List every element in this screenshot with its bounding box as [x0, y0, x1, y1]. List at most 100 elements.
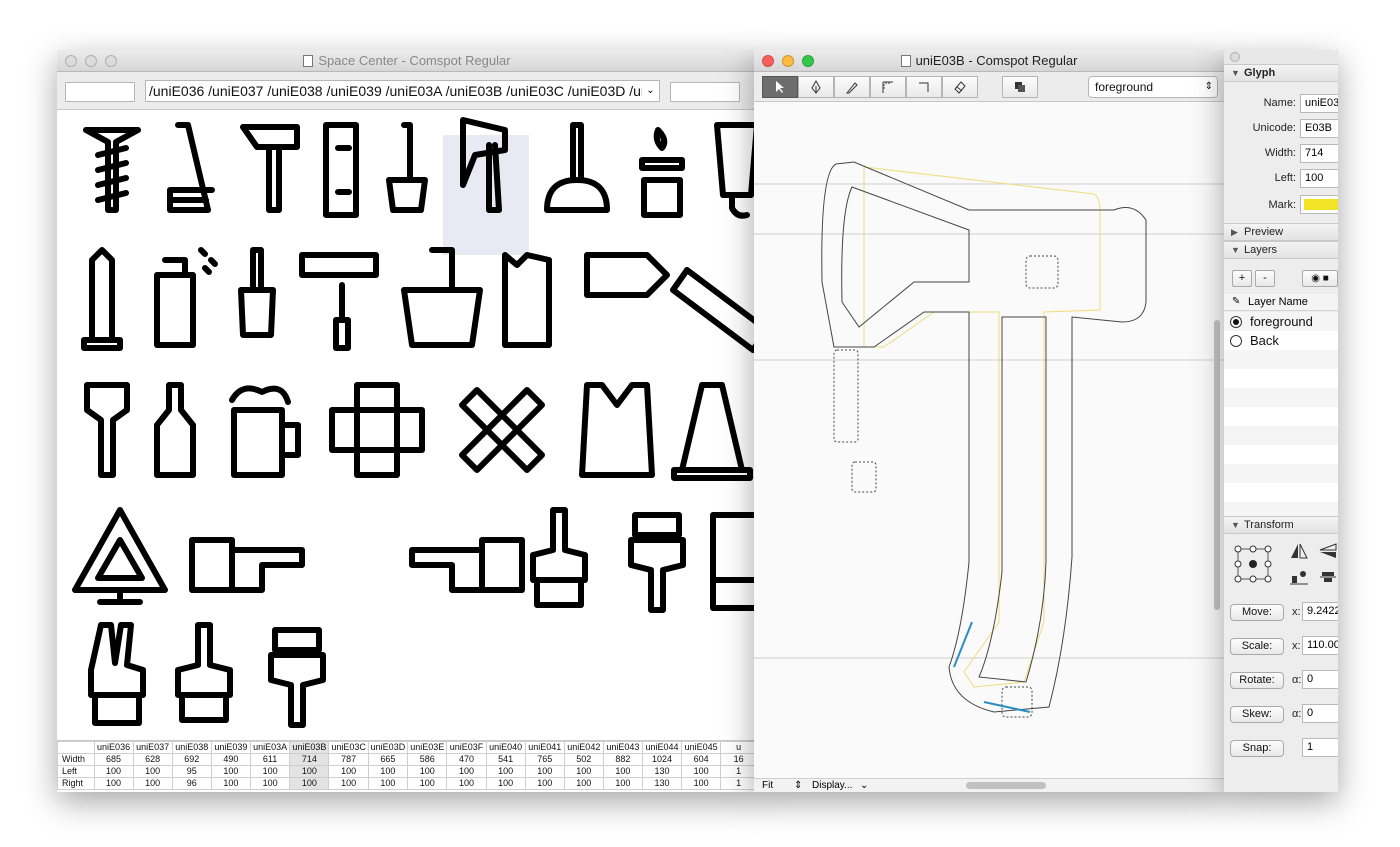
hand-pointing-down-icon[interactable]: [628, 512, 686, 613]
glove-pointing-right-icon[interactable]: [189, 537, 305, 593]
inspector-titlebar[interactable]: [1224, 50, 1338, 64]
glyph-string-input[interactable]: /uniE036 /uniE037 /uniE038 /uniE039 /uni…: [145, 80, 660, 102]
metrics-cell[interactable]: 100: [132, 765, 173, 778]
paint-bucket-icon[interactable]: [401, 247, 483, 348]
width-field[interactable]: 714: [1300, 144, 1338, 163]
eraser-tool-button[interactable]: [942, 76, 978, 98]
glyph-canvas[interactable]: [754, 102, 1224, 778]
scale-button[interactable]: Scale:: [1230, 638, 1284, 655]
glyph-editor-titlebar[interactable]: uniE03B - Comspot Regular: [754, 50, 1224, 72]
rotate-angle-field[interactable]: 0: [1302, 670, 1338, 689]
preview-section-header[interactable]: ▶ Preview: [1224, 223, 1338, 241]
corner-tool-button[interactable]: [906, 76, 942, 98]
metrics-cell[interactable]: 502: [563, 753, 604, 766]
metrics-cell[interactable]: 100: [249, 777, 291, 790]
metrics-cell[interactable]: 100: [485, 765, 526, 778]
hammer-icon[interactable]: [240, 124, 300, 213]
metrics-cell[interactable]: 100: [446, 777, 487, 790]
close-button[interactable]: [65, 55, 77, 67]
metrics-col-name[interactable]: uniE045: [681, 741, 722, 754]
rotate-button[interactable]: Rotate:: [1230, 672, 1284, 689]
metrics-cell[interactable]: 100: [602, 765, 643, 778]
horizontal-scrollbar[interactable]: [966, 782, 1046, 789]
metrics-cell[interactable]: 100: [681, 765, 722, 778]
metrics-cell[interactable]: 611: [249, 753, 291, 766]
metrics-cell[interactable]: 628: [132, 753, 173, 766]
tag-icon[interactable]: [584, 252, 670, 298]
metrics-col-name[interactable]: uniE040: [485, 741, 526, 754]
paint-roller-icon[interactable]: [299, 252, 379, 351]
gas-burner-icon[interactable]: [639, 127, 685, 218]
metrics-cell[interactable]: 130: [641, 765, 683, 778]
flip-vertical-button[interactable]: [1318, 542, 1338, 560]
bottle-opener-icon[interactable]: [84, 382, 130, 478]
metrics-cell[interactable]: 100: [328, 765, 369, 778]
metrics-col-name[interactable]: uniE042: [563, 741, 604, 754]
metrics-cell[interactable]: 100: [93, 777, 134, 790]
metrics-cell[interactable]: 100: [367, 777, 409, 790]
axe-icon[interactable]: [460, 117, 508, 213]
warning-triangle-icon[interactable]: [72, 507, 168, 605]
metrics-col-name[interactable]: uniE03C: [328, 741, 369, 754]
align-bottom-button[interactable]: [1288, 568, 1310, 586]
glyph-string-dropdown[interactable]: ⌄: [642, 82, 659, 100]
glove-pointing-left-icon[interactable]: [409, 537, 525, 593]
shovel-icon[interactable]: [386, 122, 428, 213]
paint-brush-icon[interactable]: [238, 247, 276, 338]
safety-vest-icon[interactable]: [579, 382, 655, 478]
hand-pointing-up-icon[interactable]: [175, 622, 233, 723]
move-x-field[interactable]: 9.2422: [1302, 602, 1338, 621]
metrics-cell[interactable]: 100: [407, 765, 448, 778]
left-margin-field[interactable]: 100: [1300, 169, 1338, 188]
metrics-col-name[interactable]: uniE036: [93, 741, 134, 754]
move-button[interactable]: Move:: [1230, 604, 1284, 621]
metrics-cell[interactable]: 1: [720, 777, 757, 790]
vertical-scrollbar[interactable]: [1214, 320, 1220, 610]
remove-layer-button[interactable]: -: [1255, 270, 1275, 287]
skew-button[interactable]: Skew:: [1230, 706, 1284, 723]
hand-peace-icon[interactable]: [88, 622, 146, 726]
zoom-select[interactable]: Fit: [762, 779, 773, 792]
post-text-field[interactable]: [670, 82, 740, 102]
metrics-cell[interactable]: 1024: [641, 753, 683, 766]
crayon-icon[interactable]: [81, 247, 123, 351]
metrics-cell[interactable]: 541: [485, 753, 526, 766]
hand-pointing-up-icon[interactable]: [530, 507, 588, 608]
radio-unselected-icon[interactable]: [1230, 335, 1242, 347]
snap-field[interactable]: 1: [1302, 738, 1338, 757]
bottle-icon[interactable]: [154, 382, 196, 478]
metrics-cell[interactable]: 100: [563, 765, 604, 778]
layer-row-foreground[interactable]: foreground: [1224, 312, 1338, 331]
pre-text-field[interactable]: [65, 82, 135, 102]
transform-origin-selector[interactable]: [1234, 545, 1272, 583]
glyph-preview-area[interactable]: [57, 110, 757, 740]
spray-can-icon[interactable]: [154, 247, 218, 348]
metrics-cell[interactable]: 714: [289, 753, 330, 766]
metrics-cell[interactable]: 100: [132, 777, 173, 790]
space-center-titlebar[interactable]: Space Center - Comspot Regular: [57, 50, 757, 72]
radio-selected-icon[interactable]: [1230, 316, 1242, 328]
metrics-cell[interactable]: 604: [681, 753, 722, 766]
unicode-field[interactable]: E03B: [1300, 119, 1338, 138]
metrics-cell[interactable]: 787: [328, 753, 369, 766]
close-button[interactable]: [762, 55, 774, 67]
metrics-col-name[interactable]: uniE03E: [407, 741, 448, 754]
metrics-cell[interactable]: 470: [446, 753, 487, 766]
metrics-cell[interactable]: 100: [367, 765, 409, 778]
snap-button[interactable]: Snap:: [1230, 740, 1284, 757]
level-icon[interactable]: [323, 122, 359, 218]
pointer-tool-button[interactable]: [762, 76, 798, 98]
metrics-cell[interactable]: 685: [93, 753, 134, 766]
metrics-cell[interactable]: 765: [524, 753, 565, 766]
display-menu[interactable]: Display...: [812, 779, 852, 792]
add-layer-button[interactable]: +: [1232, 270, 1252, 287]
metrics-cell[interactable]: 100: [289, 765, 330, 778]
glyph-name-field[interactable]: uniE03B: [1300, 94, 1338, 113]
metrics-cell[interactable]: 100: [210, 765, 251, 778]
metrics-cell[interactable]: 665: [367, 753, 409, 766]
metrics-col-name[interactable]: u: [720, 741, 757, 754]
metrics-col-name[interactable]: uniE03F: [446, 741, 487, 754]
knife-tool-button[interactable]: [834, 76, 870, 98]
pen-tool-button[interactable]: [798, 76, 834, 98]
metrics-col-name[interactable]: uniE038: [171, 741, 212, 754]
